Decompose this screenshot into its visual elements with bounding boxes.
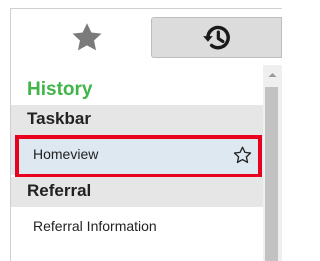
list-item-label: Referral Information	[33, 218, 157, 234]
tab-history[interactable]	[151, 17, 282, 58]
tab-favorites[interactable]	[15, 17, 159, 58]
star-icon	[72, 22, 102, 50]
favorite-star-icon[interactable]	[232, 145, 253, 166]
group-header-label: Referral	[27, 181, 92, 200]
group-header-label: Taskbar	[27, 109, 91, 128]
scroll-up-arrow-icon[interactable]	[263, 69, 282, 81]
scroll-thumb[interactable]	[265, 87, 278, 261]
vertical-scrollbar[interactable]	[263, 65, 282, 261]
history-list: History Taskbar Homeview Referral Referr…	[11, 65, 263, 261]
group-header-referral: Referral	[11, 177, 263, 207]
history-panel: History Taskbar Homeview Referral Referr…	[10, 8, 282, 261]
list-item-referral-information[interactable]: Referral Information	[11, 207, 263, 247]
history-title: History	[27, 79, 93, 100]
list-item-label: Homeview	[33, 146, 99, 162]
list-item-homeview[interactable]: Homeview	[11, 135, 263, 178]
group-header-taskbar: Taskbar	[11, 105, 263, 135]
history-heading: History	[11, 71, 263, 105]
panel-tabs	[11, 9, 282, 64]
history-icon	[202, 25, 230, 49]
